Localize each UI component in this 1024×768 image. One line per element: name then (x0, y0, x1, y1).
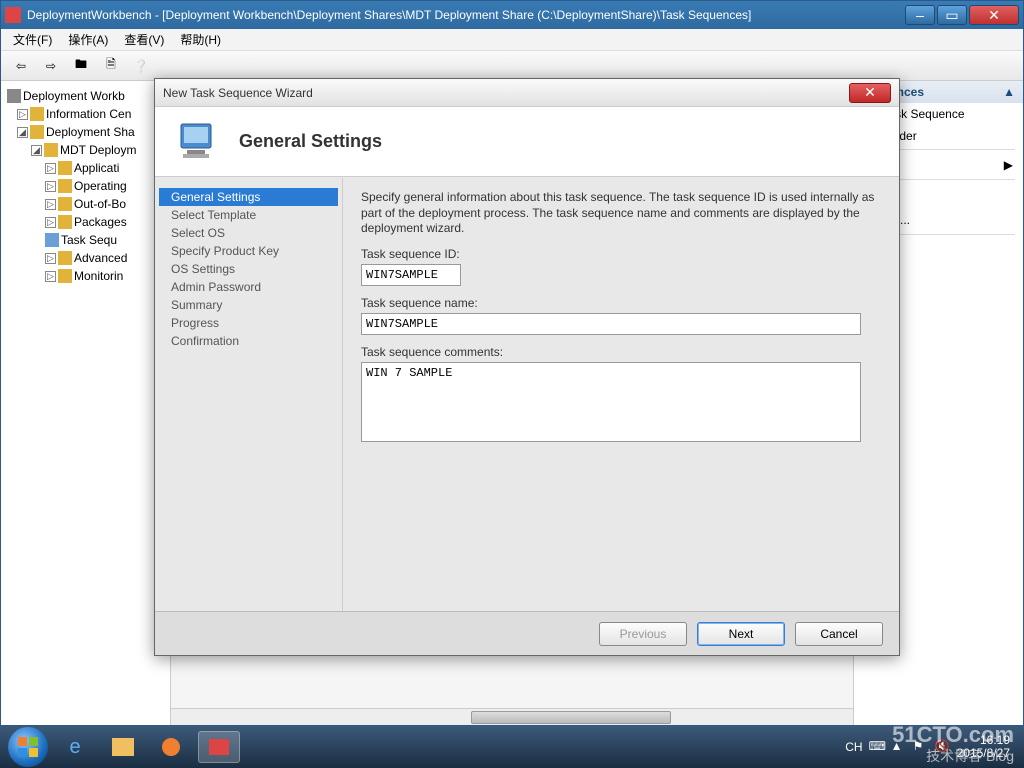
scrollbar-thumb[interactable] (471, 711, 671, 724)
folder-icon (58, 215, 72, 229)
expand-icon[interactable]: ▷ (45, 253, 56, 264)
start-button[interactable] (8, 727, 48, 767)
clock[interactable]: 16:19 2015/8/27 (957, 734, 1016, 760)
tree-pkg[interactable]: Packages (74, 215, 127, 229)
tray-up-icon[interactable]: ▲ (891, 739, 907, 755)
taskbar-deployment-workbench[interactable] (198, 731, 240, 763)
step-settings[interactable]: OS Settings (159, 260, 338, 278)
network-icon[interactable]: 🔇 (935, 739, 951, 755)
wizard-dialog: New Task Sequence Wizard ✕ General Setti… (154, 78, 900, 656)
wizard-close-button[interactable]: ✕ (849, 83, 891, 103)
wizard-footer: Previous Next Cancel (155, 611, 899, 655)
expand-icon[interactable]: ◢ (31, 145, 42, 156)
tree-ts[interactable]: Task Sequ (61, 233, 117, 247)
titlebar[interactable]: DeploymentWorkbench - [Deployment Workbe… (1, 1, 1023, 29)
tree-root[interactable]: Deployment Workb (23, 89, 125, 103)
next-button[interactable]: Next (697, 622, 785, 646)
menu-view[interactable]: 查看(V) (118, 29, 170, 50)
minimize-button[interactable]: – (905, 5, 935, 25)
keyboard-icon[interactable]: ⌨ (869, 739, 885, 755)
refresh-button[interactable]: 🗎 (99, 54, 123, 78)
taskbar-mediaplayer[interactable] (150, 731, 192, 763)
collapse-icon[interactable]: ▲ (1003, 85, 1015, 99)
help-button[interactable]: ❔ (129, 54, 153, 78)
folder-icon (58, 251, 72, 265)
expand-icon[interactable]: ▷ (45, 217, 56, 228)
wizard-steps: General Settings Select Template Select … (155, 178, 343, 611)
input-ts-id[interactable] (361, 264, 461, 286)
step-summary[interactable]: Summary (159, 296, 338, 314)
wizard-title: New Task Sequence Wizard (163, 86, 849, 100)
expand-icon[interactable]: ▷ (45, 199, 56, 210)
ime-indicator[interactable]: CH (845, 740, 862, 754)
forward-button[interactable]: ⇨ (39, 54, 63, 78)
cancel-button[interactable]: Cancel (795, 622, 883, 646)
flag-icon[interactable]: ⚑ (913, 739, 929, 755)
window-title: DeploymentWorkbench - [Deployment Workbe… (27, 8, 903, 22)
taskbar[interactable]: e CH ⌨ ▲ ⚑ 🔇 16:19 2015/8/27 (0, 726, 1024, 768)
menu-action[interactable]: 操作(A) (62, 29, 114, 50)
computer-icon (175, 118, 223, 166)
menu-help[interactable]: 帮助(H) (174, 29, 227, 50)
step-progress[interactable]: Progress (159, 314, 338, 332)
tree-info[interactable]: Information Cen (46, 107, 131, 121)
expand-icon[interactable]: ▷ (45, 163, 56, 174)
workbench-icon (7, 89, 21, 103)
tree-panel[interactable]: Deployment Workb ▷ Information Cen ◢ Deplo… (1, 81, 171, 725)
step-os[interactable]: Select OS (159, 224, 338, 242)
tree-shares[interactable]: Deployment Sha (46, 125, 135, 139)
back-button[interactable]: ⇦ (9, 54, 33, 78)
tasksequence-icon (45, 233, 59, 247)
expand-icon[interactable]: ▷ (45, 181, 56, 192)
toolbar: ⇦ ⇨ 🖿 🗎 ❔ (1, 51, 1023, 81)
up-button[interactable]: 🖿 (69, 54, 93, 78)
step-confirm[interactable]: Confirmation (159, 332, 338, 350)
expand-icon[interactable]: ◢ (17, 127, 28, 138)
input-ts-comments[interactable] (361, 362, 861, 442)
tree-apps[interactable]: Applicati (74, 161, 119, 175)
step-admin[interactable]: Admin Password (159, 278, 338, 296)
step-key[interactable]: Specify Product Key (159, 242, 338, 260)
horizontal-scrollbar[interactable] (171, 708, 853, 725)
app-icon (5, 7, 21, 23)
wizard-body: General Settings Select Template Select … (155, 178, 899, 611)
tree-oob[interactable]: Out-of-Bo (74, 197, 126, 211)
maximize-button[interactable]: ▭ (937, 5, 967, 25)
tree-mon[interactable]: Monitorin (74, 269, 123, 283)
taskbar-explorer[interactable] (102, 731, 144, 763)
expand-icon[interactable]: ▷ (17, 109, 28, 120)
label-ts-comments: Task sequence comments: (361, 345, 881, 359)
label-ts-name: Task sequence name: (361, 296, 881, 310)
folder-icon (58, 269, 72, 283)
folder-icon (58, 161, 72, 175)
tree-mdt[interactable]: MDT Deploym (60, 143, 136, 157)
expand-icon[interactable]: ▷ (45, 271, 56, 282)
menubar: 文件(F) 操作(A) 查看(V) 帮助(H) (1, 29, 1023, 51)
tree-adv[interactable]: Advanced (74, 251, 127, 265)
system-tray[interactable]: CH ⌨ ▲ ⚑ 🔇 16:19 2015/8/27 (845, 734, 1016, 760)
folder-icon (58, 179, 72, 193)
input-ts-name[interactable] (361, 313, 861, 335)
previous-button: Previous (599, 622, 687, 646)
folder-icon (44, 143, 58, 157)
step-general[interactable]: General Settings (159, 188, 338, 206)
label-ts-id: Task sequence ID: (361, 247, 881, 261)
folder-icon (30, 125, 44, 139)
taskbar-ie[interactable]: e (54, 731, 96, 763)
wizard-header: General Settings (155, 107, 899, 177)
chevron-right-icon: ▶ (1004, 158, 1013, 172)
wizard-description: Specify general information about this t… (361, 190, 881, 237)
wizard-titlebar[interactable]: New Task Sequence Wizard ✕ (155, 79, 899, 107)
folder-icon (58, 197, 72, 211)
wizard-form: Specify general information about this t… (343, 178, 899, 611)
tree-os[interactable]: Operating (74, 179, 127, 193)
menu-file[interactable]: 文件(F) (7, 29, 58, 50)
step-template[interactable]: Select Template (159, 206, 338, 224)
folder-icon (30, 107, 44, 121)
wizard-heading: General Settings (239, 131, 382, 152)
clock-date: 2015/8/27 (957, 747, 1010, 760)
close-button[interactable]: ✕ (969, 5, 1019, 25)
